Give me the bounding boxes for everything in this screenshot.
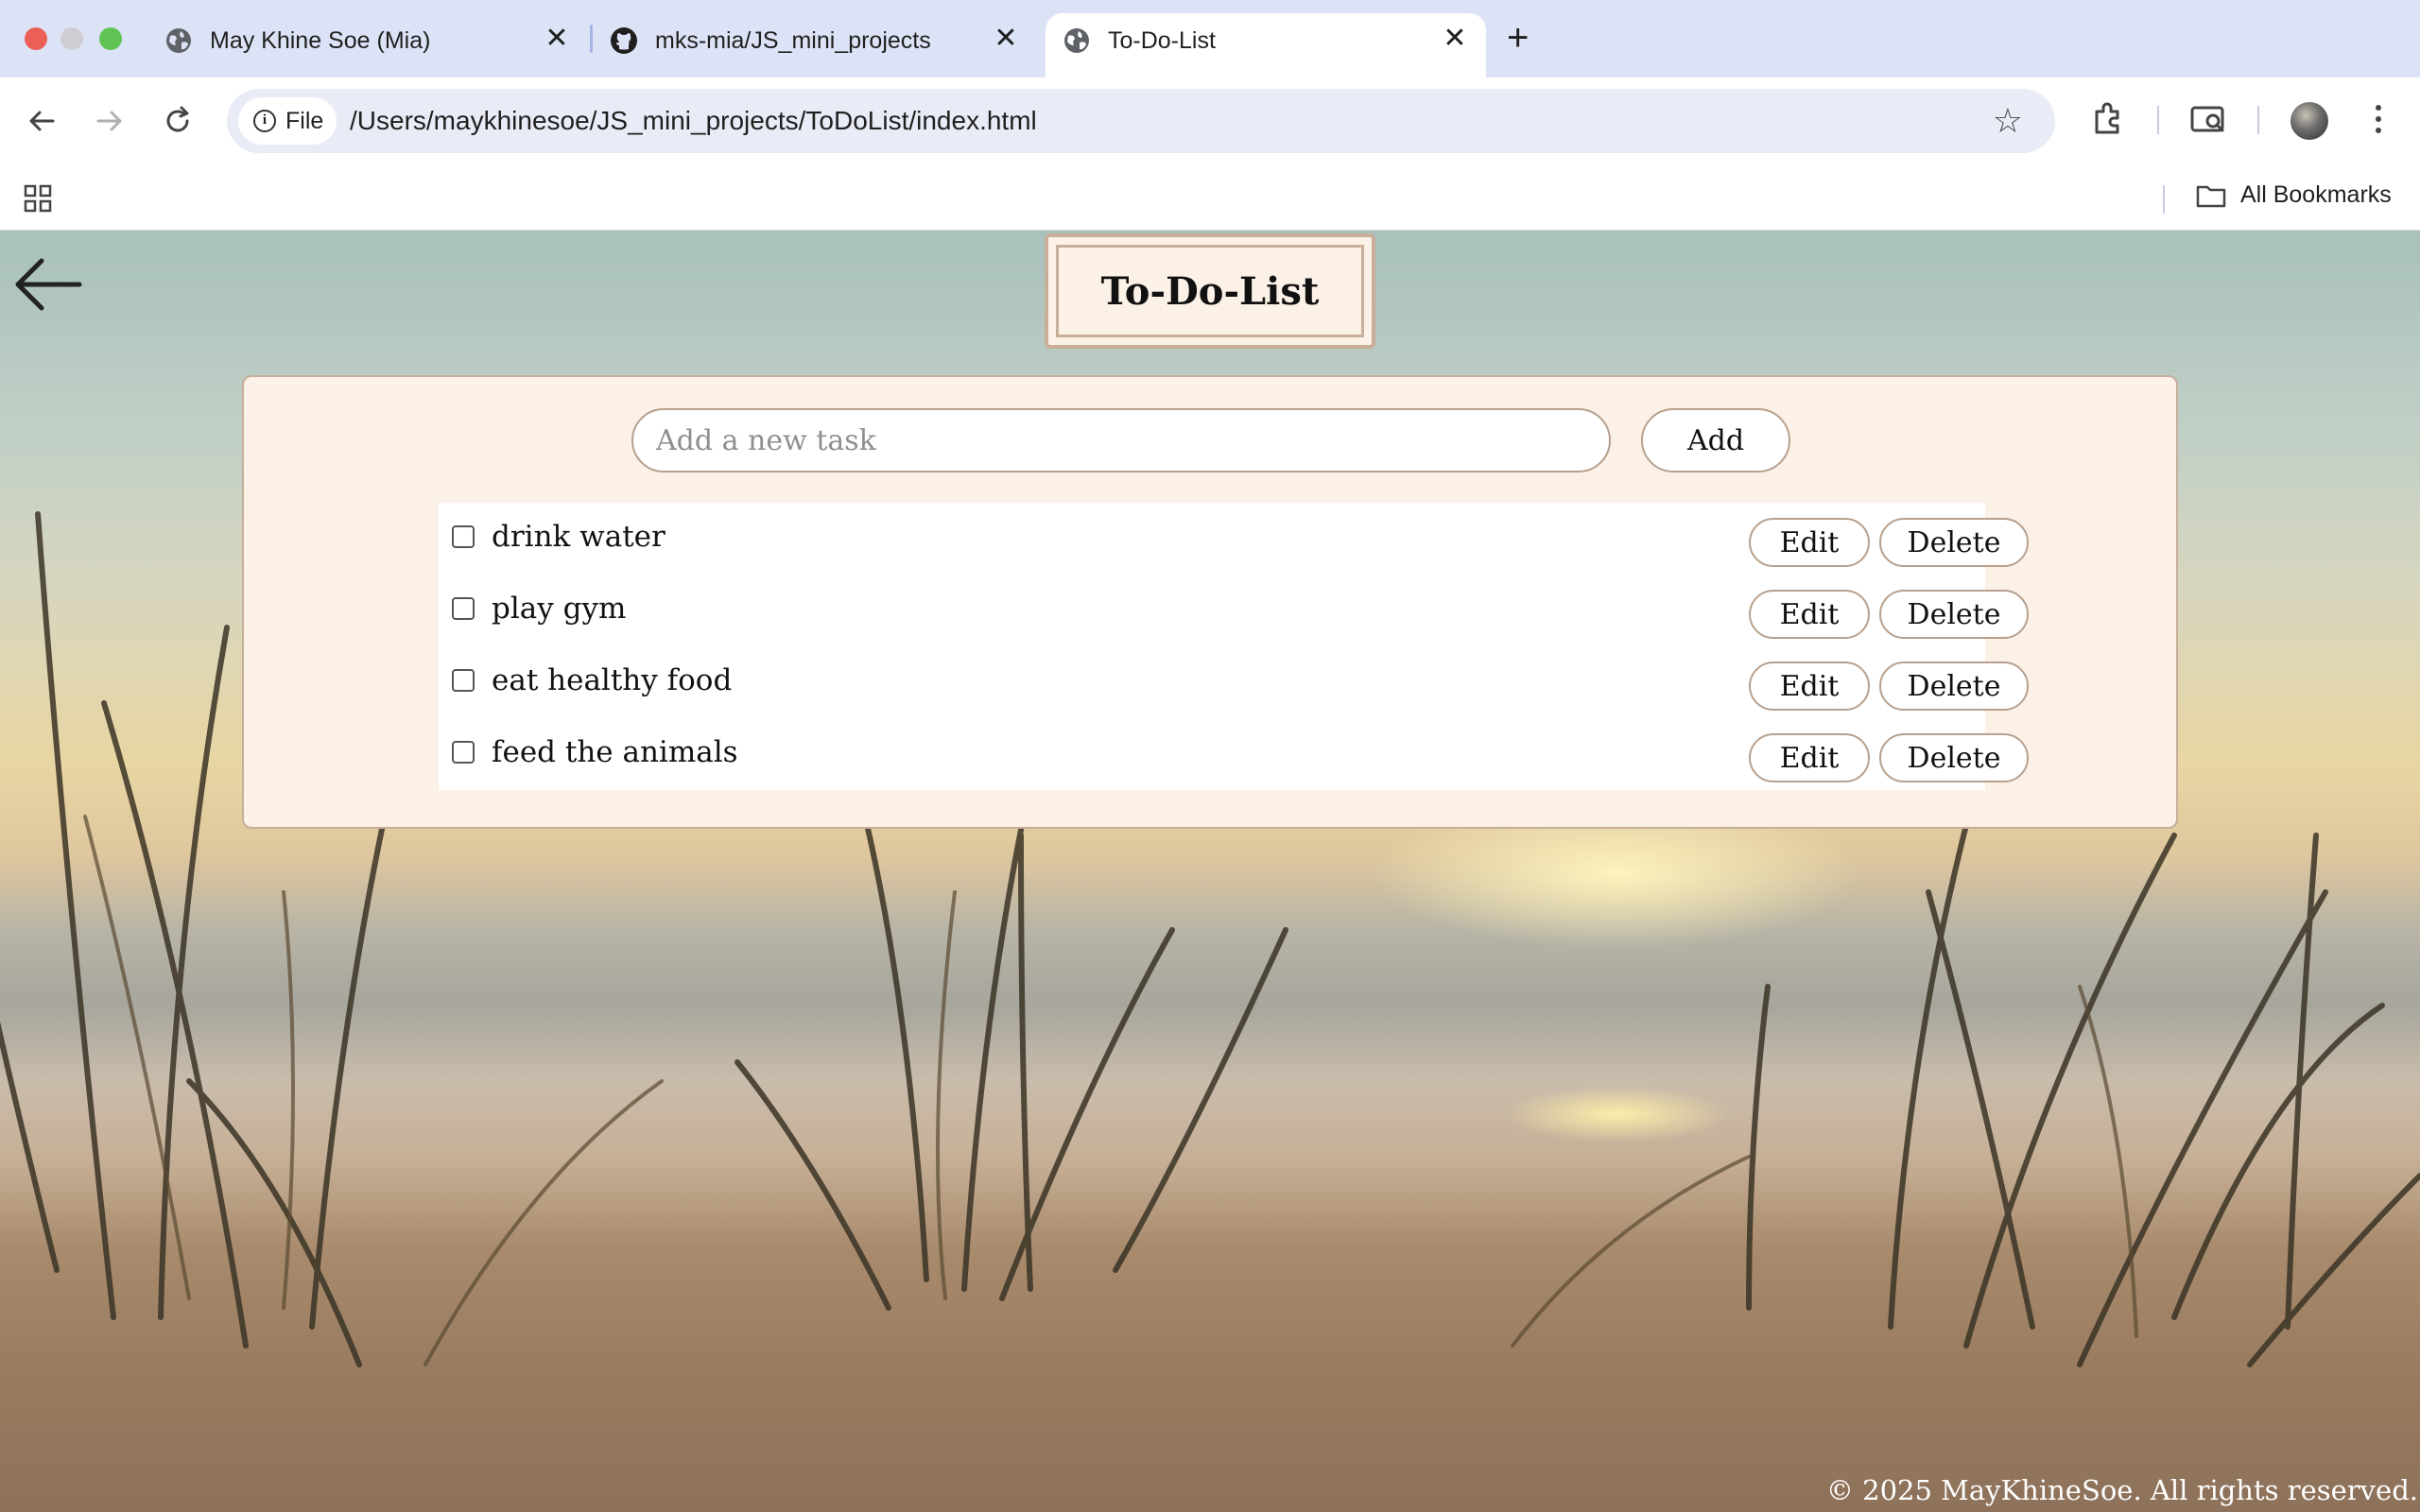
bookmarks-bar: All Bookmarks [0, 168, 2420, 231]
bookmark-star-icon[interactable]: ☆ [1993, 102, 2023, 140]
task-text: eat healthy food [492, 663, 733, 697]
tab-may-khine-soe[interactable]: May Khine Soe (Mia) ✕ [164, 13, 573, 77]
footer-copyright: © 2025 MayKhineSoe. All rights reserved. [1825, 1474, 2418, 1506]
info-icon: i [253, 110, 276, 132]
bookmarks-divider [2163, 185, 2165, 214]
task-row: drink water Edit Delete [439, 503, 2029, 575]
minimize-window-button[interactable] [60, 27, 83, 50]
task-row: feed the animals Edit Delete [439, 718, 2029, 790]
url-text[interactable]: /Users/maykhinesoe/JS_mini_projects/ToDo… [350, 105, 1037, 137]
tab-github-repo[interactable]: mks-mia/JS_mini_projects ✕ [610, 13, 1029, 77]
maximize-window-button[interactable] [99, 27, 122, 50]
more-menu-icon[interactable] [2358, 98, 2399, 140]
delete-task-button[interactable]: Delete [1879, 590, 2029, 639]
close-tab-icon[interactable]: ✕ [990, 25, 1022, 53]
tab-strip: May Khine Soe (Mia) ✕ mks-mia/JS_mini_pr… [0, 0, 2420, 77]
task-row: play gym Edit Delete [439, 575, 2029, 646]
task-list: drink water Edit Delete play gym Edit De… [439, 503, 2029, 790]
close-tab-icon[interactable]: ✕ [1439, 25, 1471, 53]
task-checkbox[interactable] [452, 525, 475, 548]
site-info-label: File [285, 107, 324, 134]
site-info-chip[interactable]: i File [238, 97, 337, 145]
tab-search-icon[interactable] [2187, 98, 2229, 140]
tab-label: mks-mia/JS_mini_projects [655, 27, 931, 54]
task-row: eat healthy food Edit Delete [439, 646, 2029, 718]
edit-task-button[interactable]: Edit [1749, 733, 1870, 782]
github-icon [611, 27, 637, 54]
toolbar-divider [2157, 106, 2159, 134]
edit-task-button[interactable]: Edit [1749, 590, 1870, 639]
task-checkbox[interactable] [452, 669, 475, 692]
delete-task-button[interactable]: Delete [1879, 518, 2029, 567]
globe-icon [1064, 28, 1089, 53]
tab-label: May Khine Soe (Mia) [210, 27, 431, 54]
address-bar[interactable]: i File /Users/maykhinesoe/JS_mini_projec… [227, 89, 2055, 153]
apps-grid-icon[interactable] [23, 183, 53, 214]
new-task-input[interactable] [631, 408, 1611, 472]
tab-separator [590, 25, 593, 53]
edit-task-button[interactable]: Edit [1749, 518, 1870, 567]
toolbar-divider [2257, 106, 2259, 134]
folder-icon [2196, 185, 2226, 207]
all-bookmarks-label: All Bookmarks [2240, 181, 2392, 208]
delete-task-button[interactable]: Delete [1879, 662, 2029, 711]
back-icon[interactable] [23, 102, 60, 140]
reload-icon[interactable] [159, 102, 197, 140]
close-tab-icon[interactable]: ✕ [541, 25, 573, 53]
back-arrow-icon[interactable] [13, 253, 83, 316]
tab-label: To-Do-List [1108, 27, 1216, 54]
globe-icon [166, 28, 191, 53]
task-checkbox[interactable] [452, 597, 475, 620]
page-viewport: To-Do-List Add drink water Edit Delete p… [0, 231, 2420, 1512]
task-checkbox[interactable] [452, 741, 475, 764]
close-window-button[interactable] [25, 27, 47, 50]
edit-task-button[interactable]: Edit [1749, 662, 1870, 711]
task-text: feed the animals [492, 735, 738, 769]
profile-avatar[interactable] [2290, 102, 2328, 140]
all-bookmarks-button[interactable]: All Bookmarks [2195, 181, 2392, 209]
extensions-icon[interactable] [2087, 98, 2129, 140]
page-title-box: To-Do-List [1045, 233, 1375, 349]
task-text: drink water [492, 520, 666, 554]
page-title-frame: To-Do-List [1056, 245, 1364, 337]
tab-to-do-list[interactable]: To-Do-List ✕ [1046, 13, 1486, 77]
new-tab-button[interactable]: + [1507, 19, 1529, 57]
todo-card: Add drink water Edit Delete play gym Edi… [242, 375, 2178, 829]
delete-task-button[interactable]: Delete [1879, 733, 2029, 782]
forward-icon[interactable] [91, 102, 129, 140]
page-title: To-Do-List [1100, 268, 1320, 314]
task-text: play gym [492, 592, 627, 626]
add-task-button[interactable]: Add [1641, 408, 1790, 472]
